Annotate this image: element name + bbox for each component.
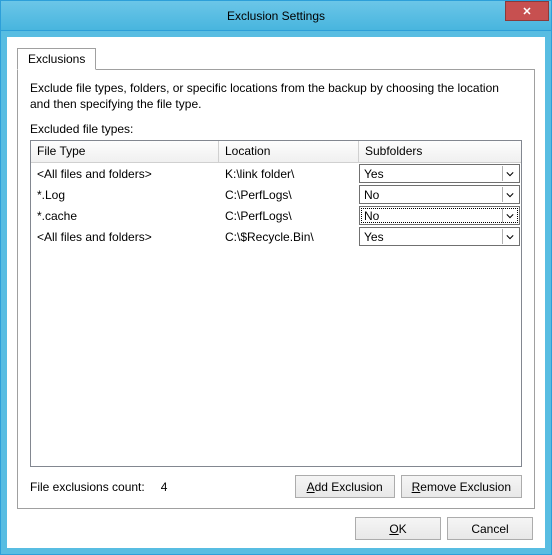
subfolders-select[interactable]: Yes [359, 227, 520, 246]
subfolders-select[interactable]: No [359, 185, 520, 204]
subfolders-value: No [364, 188, 379, 202]
add-exclusion-button[interactable]: Add Exclusion [295, 475, 395, 498]
table-row[interactable]: *.LogC:\PerfLogs\ No [31, 184, 521, 205]
cell-file-type[interactable]: <All files and folders> [31, 163, 219, 184]
list-label: Excluded file types: [30, 122, 522, 136]
exclusions-grid[interactable]: File Type Location Subfolders <All files… [30, 140, 522, 467]
chevron-down-icon [502, 229, 517, 244]
table-row[interactable]: <All files and folders>K:\link folder\ Ye… [31, 163, 521, 184]
grid-body: <All files and folders>K:\link folder\Ye… [31, 163, 521, 466]
panel-description: Exclude file types, folders, or specific… [30, 80, 522, 112]
close-icon: ✕ [522, 5, 531, 18]
cell-location[interactable]: C:\PerfLogs\ [219, 205, 359, 226]
cancel-button[interactable]: Cancel [447, 517, 533, 540]
cell-file-type[interactable]: <All files and folders> [31, 226, 219, 247]
chevron-down-icon [502, 187, 517, 202]
tab-exclusions[interactable]: Exclusions [17, 48, 96, 70]
cell-subfolders: Yes [359, 163, 521, 184]
cell-subfolders: Yes [359, 226, 521, 247]
col-header-subfolders[interactable]: Subfolders [359, 141, 521, 162]
table-row[interactable]: <All files and folders>C:\$Recycle.Bin\ Y… [31, 226, 521, 247]
client-area: Exclusions Exclude file types, folders, … [1, 31, 551, 554]
cell-location[interactable]: C:\$Recycle.Bin\ [219, 226, 359, 247]
cell-location[interactable]: C:\PerfLogs\ [219, 184, 359, 205]
count-value: 4 [161, 480, 168, 494]
col-header-location[interactable]: Location [219, 141, 359, 162]
subfolders-value: Yes [364, 167, 384, 181]
remove-exclusion-button[interactable]: Remove Exclusion [401, 475, 522, 498]
exclusion-settings-window: Exclusion Settings ✕ Exclusions Exclude … [0, 0, 552, 555]
count-label: File exclusions count: [30, 480, 145, 494]
close-button[interactable]: ✕ [505, 1, 549, 21]
subfolders-select[interactable]: Yes [359, 164, 520, 183]
tab-strip: Exclusions [17, 47, 535, 69]
table-row[interactable]: *.cacheC:\PerfLogs\ No [31, 205, 521, 226]
ok-button[interactable]: OK [355, 517, 441, 540]
subfolders-value: No [364, 209, 379, 223]
cell-subfolders: No [359, 184, 521, 205]
dialog-footer: OK Cancel [17, 509, 535, 540]
count-row: File exclusions count: 4 Add Exclusion R… [30, 475, 522, 498]
cell-location[interactable]: K:\link folder\ [219, 163, 359, 184]
grid-header: File Type Location Subfolders [31, 141, 521, 163]
tab-panel-exclusions: Exclude file types, folders, or specific… [17, 69, 535, 509]
window-title: Exclusion Settings [1, 9, 551, 23]
chevron-down-icon [502, 208, 517, 223]
cell-file-type[interactable]: *.cache [31, 205, 219, 226]
chevron-down-icon [502, 166, 517, 181]
col-header-file-type[interactable]: File Type [31, 141, 219, 162]
subfolders-select[interactable]: No [359, 206, 520, 225]
cell-file-type[interactable]: *.Log [31, 184, 219, 205]
cell-subfolders: No [359, 205, 521, 226]
subfolders-value: Yes [364, 230, 384, 244]
titlebar: Exclusion Settings ✕ [1, 1, 551, 31]
